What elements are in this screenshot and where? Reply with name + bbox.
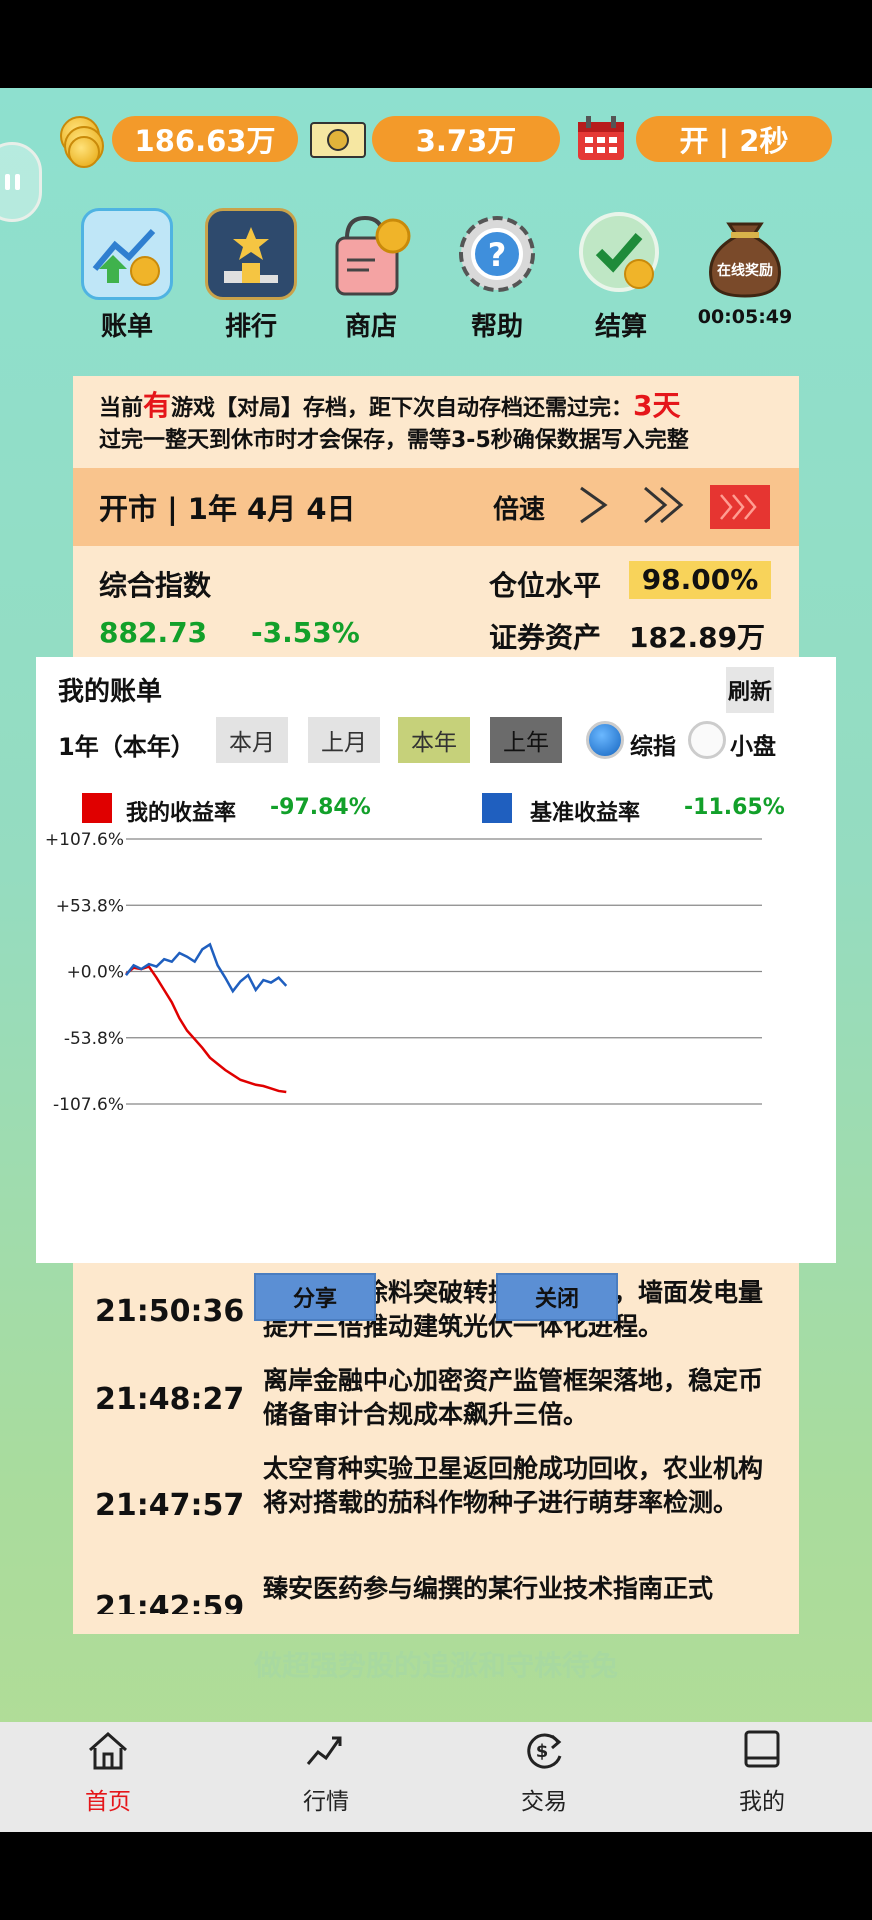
news-text: 离岸金融中心加密资产监管框架落地，稳定币储备审计合规成本飙升三倍。 xyxy=(263,1366,764,1429)
y-tick-label: -53.8% xyxy=(64,1029,124,1049)
check-coin-icon xyxy=(575,208,667,300)
shop-button[interactable]: 商店 xyxy=(316,208,426,343)
shopping-bag-icon xyxy=(325,208,417,300)
nav-trade-label: 交易 xyxy=(521,1789,567,1815)
calendar-icon xyxy=(576,114,626,166)
cash-value: 3.73万 xyxy=(415,124,517,158)
cash-icon xyxy=(310,122,366,162)
news-time: 21:42:59 xyxy=(95,1590,245,1614)
this-month-button[interactable]: 本月 xyxy=(216,717,288,763)
online-reward-badge: 在线奖励 xyxy=(717,263,773,279)
news-time: 21:48:27 xyxy=(95,1382,245,1417)
y-tick-label: +107.6% xyxy=(45,830,124,850)
settle-button[interactable]: 结算 xyxy=(566,208,676,343)
help-label: 帮助 xyxy=(470,312,523,342)
news-item[interactable]: 21:42:59 臻安医药参与编撰的某行业技术指南正式 xyxy=(73,1572,799,1614)
bench-return-legend-swatch xyxy=(482,793,512,823)
cash-badge[interactable]: 3.73万 xyxy=(372,116,560,162)
online-reward-button[interactable]: 在线奖励 00:05:49 xyxy=(690,208,800,328)
my-return-legend-label: 我的收益率 xyxy=(126,801,237,826)
shop-label: 商店 xyxy=(344,312,397,342)
nav-mine-label: 我的 xyxy=(739,1789,785,1815)
side-float-button[interactable] xyxy=(0,142,42,222)
bench-return-legend-label: 基准收益率 xyxy=(530,801,641,826)
nav-mine[interactable]: 我的 xyxy=(702,1728,822,1816)
help-button[interactable]: ? 帮助 xyxy=(442,208,552,343)
bill-button[interactable]: 账单 xyxy=(72,208,182,343)
trophy-podium-icon xyxy=(205,208,297,300)
nav-market-label: 行情 xyxy=(303,1789,349,1815)
small-cap-radio-label: 小盘 xyxy=(730,734,776,760)
coins-badge[interactable]: 186.63万 xyxy=(112,116,298,162)
bill-label: 账单 xyxy=(100,312,153,342)
my-return-legend-swatch xyxy=(82,793,112,823)
last-year-button[interactable]: 上年 xyxy=(490,717,562,763)
book-icon xyxy=(744,1730,780,1768)
market-state-badge[interactable]: 开 | 2秒 xyxy=(636,116,832,162)
bench-return-value: -11.65% xyxy=(684,795,785,820)
index-radio-label: 综指 xyxy=(630,734,676,760)
modal-title: 我的账单 xyxy=(58,677,163,707)
index-radio[interactable] xyxy=(586,721,624,759)
period-label: 1年（本年） xyxy=(58,733,195,761)
settle-label: 结算 xyxy=(594,312,647,342)
news-item[interactable]: 21:48:27 离岸金融中心加密资产监管框架落地，稳定币储备审计合规成本飙升三… xyxy=(73,1364,799,1434)
news-item[interactable]: 21:47:57 太空育种实验卫星返回舱成功回收，农业机构将对搭载的茄科作物种子… xyxy=(73,1452,799,1556)
trend-up-icon xyxy=(306,1736,342,1765)
news-text: 臻安医药参与编撰的某行业技术指南正式 xyxy=(263,1574,714,1603)
nav-home[interactable]: 首页 xyxy=(48,1728,168,1816)
slogan-text: 做超强势股的追涨和守株待兔 xyxy=(253,1649,618,1682)
nav-market[interactable]: 行情 xyxy=(266,1728,386,1816)
last-month-button[interactable]: 上月 xyxy=(308,717,380,763)
y-tick-label: +53.8% xyxy=(56,896,124,916)
news-time: 21:50:36 xyxy=(95,1294,245,1329)
bottom-nav: 首页 行情 $ 交易 我的 xyxy=(0,1722,872,1832)
this-year-button[interactable]: 本年 xyxy=(398,717,470,763)
y-tick-label: +0.0% xyxy=(67,963,124,983)
news-time: 21:47:57 xyxy=(95,1488,245,1523)
nav-trade[interactable]: $ 交易 xyxy=(484,1728,604,1816)
market-state-value: 开 | 2秒 xyxy=(679,124,789,158)
close-button[interactable]: 关闭 xyxy=(496,1273,618,1321)
home-icon xyxy=(89,1731,127,1770)
rank-label: 排行 xyxy=(224,312,277,342)
help-gear-icon: ? xyxy=(451,208,543,300)
return-line-chart: +107.6%+53.8%+0.0%-53.8%-107.6%D20D40D60… xyxy=(45,830,762,1115)
my-return-value: -97.84% xyxy=(270,795,371,820)
share-button[interactable]: 分享 xyxy=(254,1273,376,1321)
bill-modal: 我的账单 刷新 1年（本年） 本月 上月 本年 上年 综指 小盘 我的收益率 -… xyxy=(36,657,836,1321)
small-cap-radio[interactable] xyxy=(688,721,726,759)
online-reward-timer: 00:05:49 xyxy=(697,306,793,328)
refresh-button[interactable]: 刷新 xyxy=(726,667,774,713)
svg-text:$: $ xyxy=(536,1741,549,1762)
chart-up-icon xyxy=(81,208,173,300)
y-tick-label: -107.6% xyxy=(53,1095,124,1115)
my-return-line xyxy=(125,965,287,1094)
news-item[interactable]: 21:50:36 新型光能涂料突破转换效率瓶颈，墙面发电量提升三倍推动建筑光伏一… xyxy=(73,1276,799,1346)
money-bag-icon: 在线奖励 xyxy=(699,208,791,300)
coins-value: 186.63万 xyxy=(134,124,276,158)
svg-text:?: ? xyxy=(488,236,507,274)
rank-button[interactable]: 排行 xyxy=(196,208,306,343)
exchange-coin-icon: $ xyxy=(527,1733,562,1769)
news-text: 太空育种实验卫星返回舱成功回收，农业机构将对搭载的茄科作物种子进行萌芽率检测。 xyxy=(263,1454,764,1517)
nav-home-label: 首页 xyxy=(85,1789,131,1815)
app-screen: 186.63万 3.73万 开 | 2秒 账单 排行 商店 ? 帮助 结算 在线… xyxy=(0,88,872,1832)
